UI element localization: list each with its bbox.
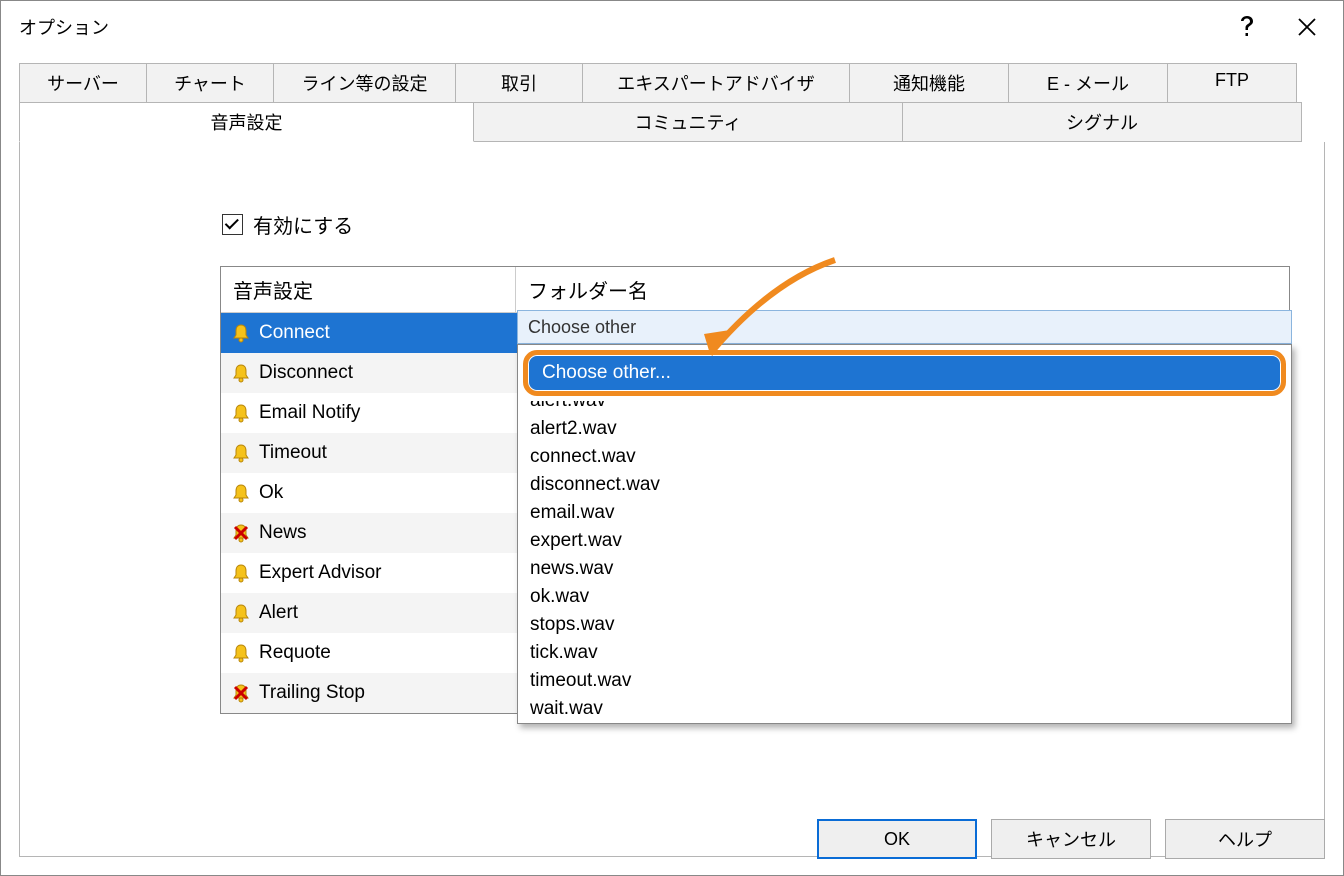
tab-chart[interactable]: チャート [146,63,274,103]
tab-sound-settings[interactable]: 音声設定 [19,102,474,142]
ok-button[interactable]: OK [817,819,977,859]
tab-signal[interactable]: シグナル [902,102,1302,142]
dropdown-item[interactable]: disconnect.wav [518,471,1291,499]
bell-icon [231,603,251,623]
bell-off-icon [231,683,251,703]
tab-server[interactable]: サーバー [19,63,147,103]
dropdown-item[interactable]: ok.wav [518,583,1291,611]
event-label: Requote [259,642,331,664]
dropdown-item-cut[interactable]: alert.wav [518,401,1291,415]
col-folder-name[interactable]: フォルダー名 [516,267,1289,313]
event-label: Expert Advisor [259,562,382,584]
event-label: Trailing Stop [259,682,365,704]
close-icon[interactable] [1277,7,1337,47]
cancel-button[interactable]: キャンセル [991,819,1151,859]
button-row: OK キャンセル ヘルプ [817,819,1325,859]
enable-row: 有効にする [222,210,1324,239]
tab-ftp[interactable]: FTP [1167,63,1297,103]
bell-icon [231,483,251,503]
dropdown-highlight: Choose other... [523,350,1286,396]
bell-icon [231,443,251,463]
bell-icon [231,643,251,663]
dropdown-item-choose-other[interactable]: Choose other... [518,345,1291,401]
tab-panel-sound: 有効にする 音声設定 フォルダー名 Connect Disconnect Email… [19,142,1325,857]
event-label: Ok [259,482,283,504]
titlebar: オプション [1,1,1343,53]
bell-icon [231,403,251,423]
dropdown-item[interactable]: tick.wav [518,639,1291,667]
event-label: Email Notify [259,402,360,424]
folder-combo-field[interactable]: Choose other [517,310,1292,344]
dropdown-item[interactable]: timeout.wav [518,667,1291,695]
enable-label: 有効にする [253,210,353,239]
help-button[interactable]: ヘルプ [1165,819,1325,859]
folder-dropdown[interactable]: Choose other... alert.wav alert2.wavconn… [517,344,1292,724]
tab-community[interactable]: コミュニティ [473,102,903,142]
dialog-body: サーバー チャート ライン等の設定 取引 エキスパートアドバイザ 通知機能 E … [19,63,1325,857]
tabs-row-2: 音声設定 コミュニティ シグナル [19,102,1325,142]
bell-off-icon [231,523,251,543]
event-label: News [259,522,307,544]
dropdown-item[interactable]: news.wav [518,555,1291,583]
tab-trade[interactable]: 取引 [455,63,583,103]
enable-checkbox[interactable] [222,214,243,235]
window-title: オプション [19,14,1217,40]
event-label: Alert [259,602,298,624]
options-dialog: オプション サーバー チャート ライン等の設定 取引 エキスパートアドバイザ 通… [0,0,1344,876]
dropdown-item[interactable]: connect.wav [518,443,1291,471]
checkmark-icon [225,215,239,229]
dropdown-item[interactable]: email.wav [518,499,1291,527]
tab-notifications[interactable]: 通知機能 [849,63,1009,103]
tab-email[interactable]: E - メール [1008,63,1168,103]
bell-icon [231,363,251,383]
tabs-row-1: サーバー チャート ライン等の設定 取引 エキスパートアドバイザ 通知機能 E … [19,63,1325,103]
combo-display-text: Choose other [528,317,636,338]
event-label: Disconnect [259,362,353,384]
dropdown-item[interactable]: wait.wav [518,695,1291,723]
bell-icon [231,563,251,583]
dropdown-item[interactable]: stops.wav [518,611,1291,639]
event-label: Timeout [259,442,327,464]
col-sound-setting[interactable]: 音声設定 [221,267,516,313]
help-icon[interactable] [1217,7,1277,47]
tab-expert-advisor[interactable]: エキスパートアドバイザ [582,63,850,103]
tab-line-settings[interactable]: ライン等の設定 [273,63,456,103]
event-label: Connect [259,322,330,344]
bell-icon [231,323,251,343]
dropdown-item[interactable]: expert.wav [518,527,1291,555]
dropdown-item[interactable]: alert2.wav [518,415,1291,443]
table-head: 音声設定 フォルダー名 [221,267,1289,313]
